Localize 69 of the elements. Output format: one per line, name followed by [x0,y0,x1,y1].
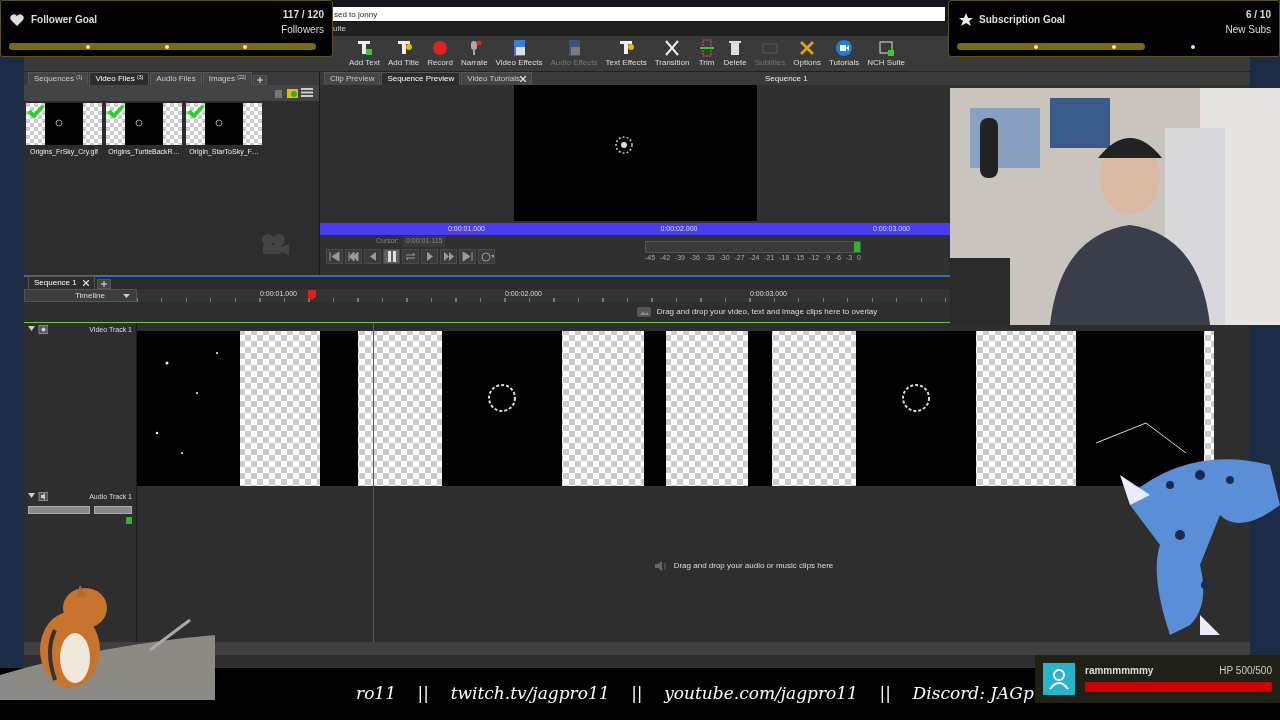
menu-item[interactable]: uite [333,24,346,33]
goal-count: 6 / 10 [1245,8,1271,22]
goal-unit: Followers [281,23,324,37]
preview-tab[interactable]: Video Tutorials [461,72,532,85]
skip-start-icon [327,248,342,264]
media-tab[interactable]: Sequences $^{(1)}$ [28,72,89,85]
media-tab[interactable]: Images $^{(22)}$ [202,72,253,85]
previous-button[interactable] [345,248,362,264]
list-view-icon[interactable] [301,87,313,98]
goal-title: Subscription Goal [979,13,1066,27]
goal-title: Follower Goal [31,13,98,27]
add-tab-icon[interactable] [96,279,111,289]
level-indicator [126,516,132,524]
close-icon[interactable] [82,280,89,286]
track-toggle-icon[interactable] [28,325,48,334]
step-back-button[interactable] [364,248,381,264]
skip-start-button[interactable] [326,248,343,264]
clip-thumbnail[interactable] [106,103,182,145]
skip-end-icon [460,248,475,264]
address-field[interactable]: sed to jonny [330,7,945,21]
text-button[interactable]: Add Text [346,37,383,71]
clip-thumbnail[interactable] [26,103,102,145]
playhead-handle[interactable] [308,290,316,300]
trash-button[interactable]: Delete [720,37,750,71]
record-button[interactable]: Record [424,37,456,71]
goal-count: 117 / 120 [282,8,324,22]
media-tab[interactable]: Audio Files [150,72,202,85]
next-button[interactable] [440,248,457,264]
transition-icon [663,39,682,57]
close-icon[interactable] [519,76,526,82]
timeline-dropdown[interactable]: Timeline [24,289,137,302]
suite-button[interactable]: NCH Suite [864,37,909,71]
star-icon [957,12,973,27]
skip-end-button[interactable] [459,248,476,264]
text-icon [355,39,374,57]
trim-button[interactable]: Trim [694,37,719,71]
record-icon [431,39,449,57]
preview-tab[interactable]: Clip Preview [324,72,381,85]
sequence-tab[interactable]: Sequence 1 [28,276,95,289]
overlay-hint: Drag and drop your video, text and image clips here to overlay [656,306,878,318]
speed-button[interactable] [478,248,495,264]
suite-icon [877,39,896,57]
preview-title: Sequence 1 [765,73,808,85]
heart-icon [9,12,25,27]
add-tab-icon[interactable] [253,75,268,85]
image-icon [636,307,651,317]
speaker-icon[interactable] [28,492,48,501]
folder-icon[interactable] [287,87,298,98]
play-button[interactable] [421,248,438,264]
preview-tab[interactable]: Sequence Preview [381,72,461,85]
pause-button[interactable] [383,248,400,264]
speaker-icon [653,561,668,571]
title-button[interactable]: Text Effects [602,37,650,71]
trim-icon [697,39,716,57]
microphone-button[interactable]: Narrate [457,37,491,71]
clip-thumbnail[interactable] [186,103,262,145]
title-icon [617,39,636,57]
film-button[interactable]: Video Effects [492,37,546,71]
caret-icon [123,293,130,298]
goal-unit: New Subs [1225,23,1271,37]
audio-hint: Drag and drop your audio or music clips here [673,560,834,572]
tools-button[interactable]: Options [790,37,824,71]
video-camera-icon [835,39,854,57]
transition-button[interactable]: Transition [651,37,693,71]
media-tab[interactable]: Video Files $^{(3)}$ [89,72,150,85]
video-camera-button[interactable]: Tutorials [825,37,863,71]
title-button[interactable]: Add Title [385,37,423,71]
tools-icon [798,39,817,57]
avatar-icon [1043,663,1075,695]
